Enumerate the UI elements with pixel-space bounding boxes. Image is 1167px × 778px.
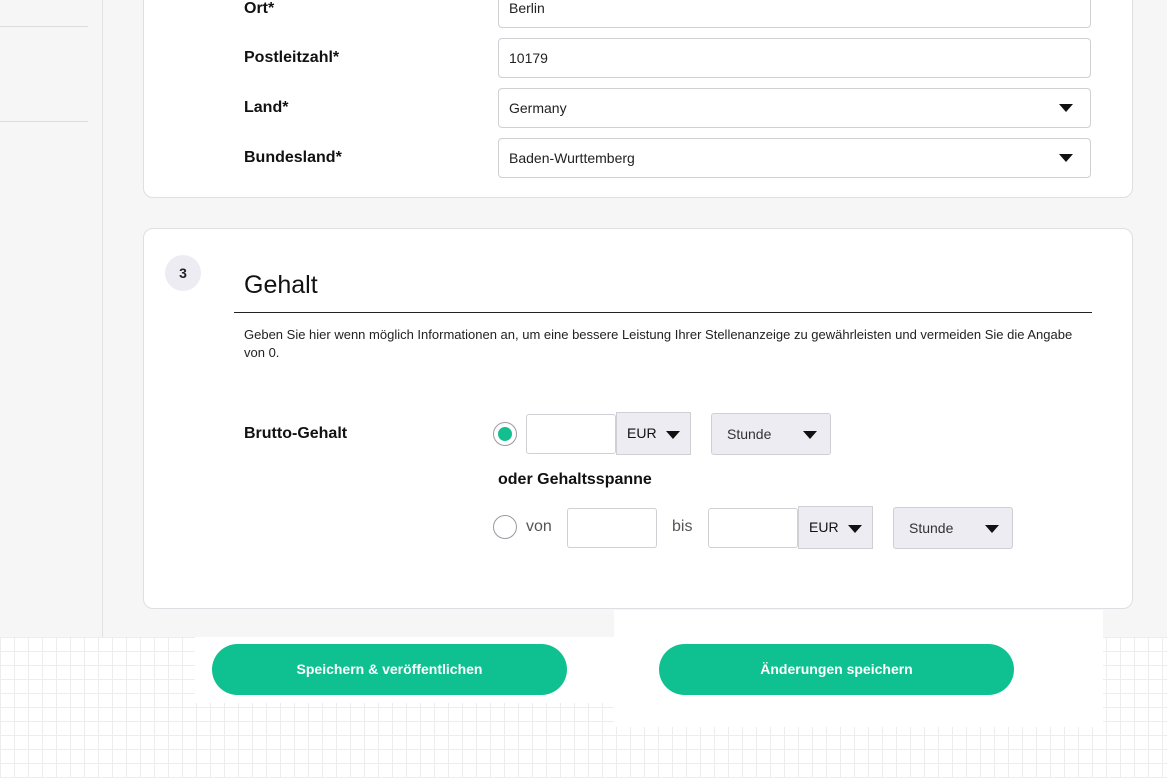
salary-info-text: Geben Sie hier wenn möglich Informatione… [244,327,1073,360]
range-to-input[interactable] [708,508,798,548]
state-label: Bundesland* [244,149,342,166]
chevron-down-icon [1059,154,1073,162]
range-period-select[interactable]: Stunde [893,507,1013,549]
save-changes-button[interactable]: Änderungen speichern [659,644,1014,695]
range-to-label: bis [672,518,693,535]
sidebar-divider [0,121,88,122]
range-from-input[interactable] [567,508,657,548]
gross-salary-label: Brutto-Gehalt [244,425,348,442]
chevron-down-icon [985,525,999,533]
range-currency-select[interactable]: EUR [798,506,873,549]
currency-select-value: EUR [627,425,657,441]
currency-select[interactable]: EUR [616,412,691,455]
period-select-value: Stunde [727,426,772,442]
salary-range-radio[interactable] [493,515,517,539]
state-select-value: Baden-Wurttemberg [509,150,635,166]
fixed-salary-radio[interactable] [493,422,517,446]
postal-code-label: Postleitzahl* [244,49,340,66]
sidebar-divider [0,26,88,27]
country-label: Land* [244,99,289,116]
step-number-badge: 3 [165,255,201,291]
title-divider [234,312,1092,313]
chevron-down-icon [666,431,680,439]
state-select[interactable]: Baden-Wurttemberg [498,138,1091,178]
salary-card: 3 Gehalt Geben Sie hier wenn möglich Inf… [143,228,1133,609]
city-input[interactable] [498,0,1091,28]
salary-range-heading: oder Gehaltsspanne [498,471,652,488]
country-select[interactable]: Germany [498,88,1091,128]
left-sidebar [0,0,103,637]
period-select[interactable]: Stunde [711,413,831,455]
range-from-label: von [526,518,552,535]
chevron-down-icon [848,525,862,533]
range-period-select-value: Stunde [909,520,954,536]
chevron-down-icon [803,431,817,439]
publish-button[interactable]: Speichern & veröffentlichen [212,644,567,695]
address-card: Ort* Postleitzahl* Land* Germany Bundesl… [143,0,1133,198]
city-label: Ort* [244,0,275,17]
salary-amount-input[interactable] [526,414,616,454]
section-title: Gehalt [244,271,318,299]
chevron-down-icon [1059,104,1073,112]
country-select-value: Germany [509,100,567,116]
range-currency-select-value: EUR [809,519,839,535]
postal-code-input[interactable] [498,38,1091,78]
